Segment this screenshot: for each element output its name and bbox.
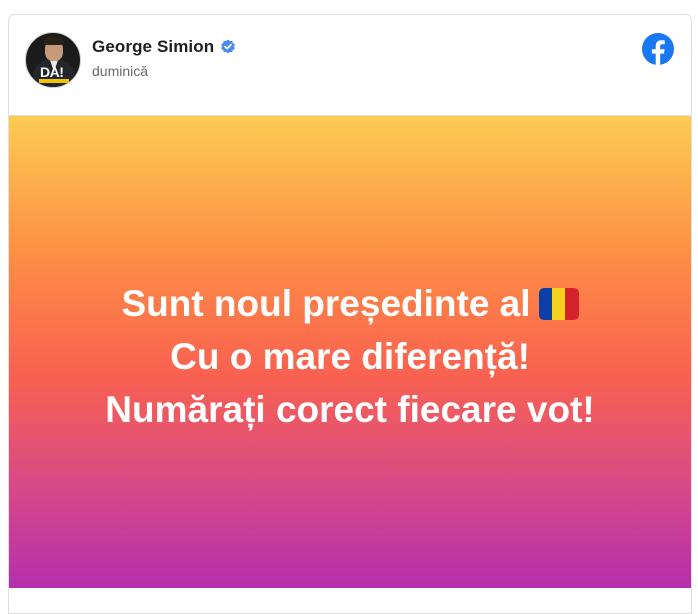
romania-flag-icon [538, 287, 579, 320]
post-text: Sunt noul președinte al Cu o mare difere… [105, 277, 594, 436]
avatar-hair [44, 37, 64, 45]
verified-badge-icon [221, 39, 236, 54]
facebook-post-embed: DA! George Simion duminică Sunt noul pre… [8, 14, 692, 614]
author-avatar[interactable]: DA! [25, 32, 81, 88]
author-name[interactable]: George Simion [92, 37, 214, 57]
avatar-logo-text: DA! [40, 64, 64, 80]
avatar-logo-bar [39, 79, 69, 83]
post-line-1: Sunt noul președinte al [105, 277, 594, 330]
author-name-row: George Simion [92, 37, 236, 57]
post-line-2: Cu o mare diferență! [170, 335, 530, 377]
facebook-logo-icon[interactable] [642, 33, 674, 65]
post-line-1-text: Sunt noul președinte al [121, 282, 531, 324]
post-timestamp[interactable]: duminică [92, 63, 148, 79]
post-header: DA! George Simion duminică [9, 15, 691, 116]
post-line-3: Numărați corect fiecare vot! [105, 388, 595, 430]
post-text-background: Sunt noul președinte al Cu o mare difere… [9, 116, 691, 588]
